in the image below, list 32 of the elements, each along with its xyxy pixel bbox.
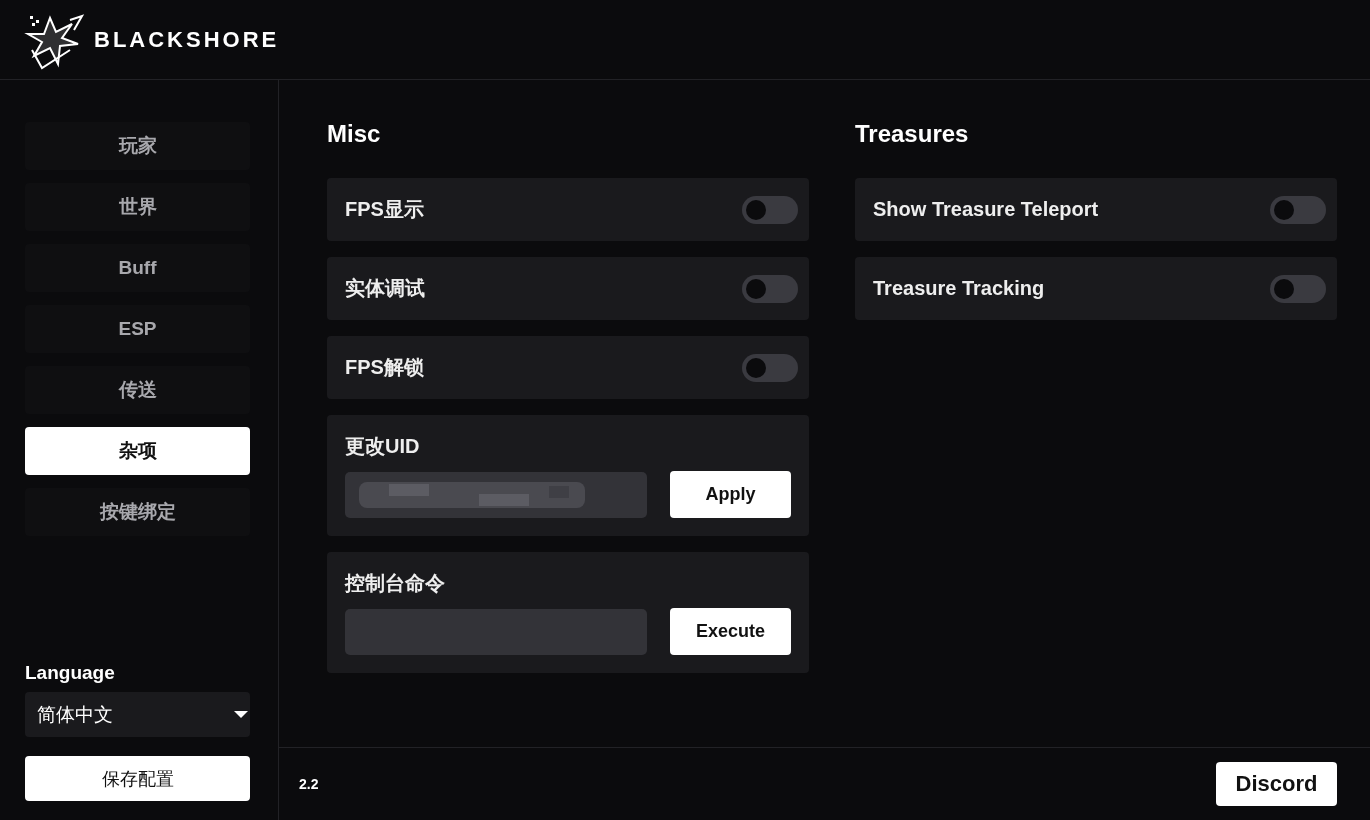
action-button[interactable]: Execute	[670, 608, 791, 655]
setting-label: FPS解锁	[345, 355, 424, 380]
language-label: Language	[25, 662, 116, 684]
sidebar-item[interactable]: 杂项	[25, 427, 250, 475]
sidebar-item[interactable]: 世界	[25, 183, 250, 231]
toggle-switch[interactable]	[1270, 195, 1326, 224]
input-field[interactable]	[345, 608, 647, 655]
input-field[interactable]	[345, 471, 647, 518]
setting-label: FPS显示	[345, 197, 424, 222]
section-title: Misc	[327, 120, 382, 148]
sidebar-item[interactable]: 玩家	[25, 122, 250, 170]
caret-icon	[234, 710, 248, 719]
language-dropdown[interactable]: 简体中文	[25, 692, 250, 737]
brand-name: BLACKSHORE	[94, 26, 280, 53]
sidebar-item[interactable]: 按键绑定	[25, 488, 250, 536]
sidebar-item[interactable]: 传送	[25, 366, 250, 414]
toggle-switch[interactable]	[742, 274, 798, 303]
sidebar-item[interactable]: ESP	[25, 305, 250, 353]
setting-label: Show Treasure Teleport	[873, 198, 1099, 221]
action-button[interactable]: Apply	[670, 471, 791, 518]
toggle-switch[interactable]	[742, 353, 798, 382]
setting-label: 更改UID	[345, 434, 421, 459]
setting-label: 实体调试	[345, 276, 425, 301]
toggle-switch[interactable]	[1270, 274, 1326, 303]
discord-button[interactable]: Discord	[1216, 762, 1337, 806]
section-title: Treasures	[855, 120, 970, 148]
toggle-switch[interactable]	[742, 195, 798, 224]
sidebar-item[interactable]: Buff	[25, 244, 250, 292]
save-config-button[interactable]: 保存配置	[25, 756, 250, 801]
version-label: 2.2	[299, 776, 319, 792]
setting-label: Treasure Tracking	[873, 277, 1045, 300]
setting-label: 控制台命令	[345, 571, 446, 596]
